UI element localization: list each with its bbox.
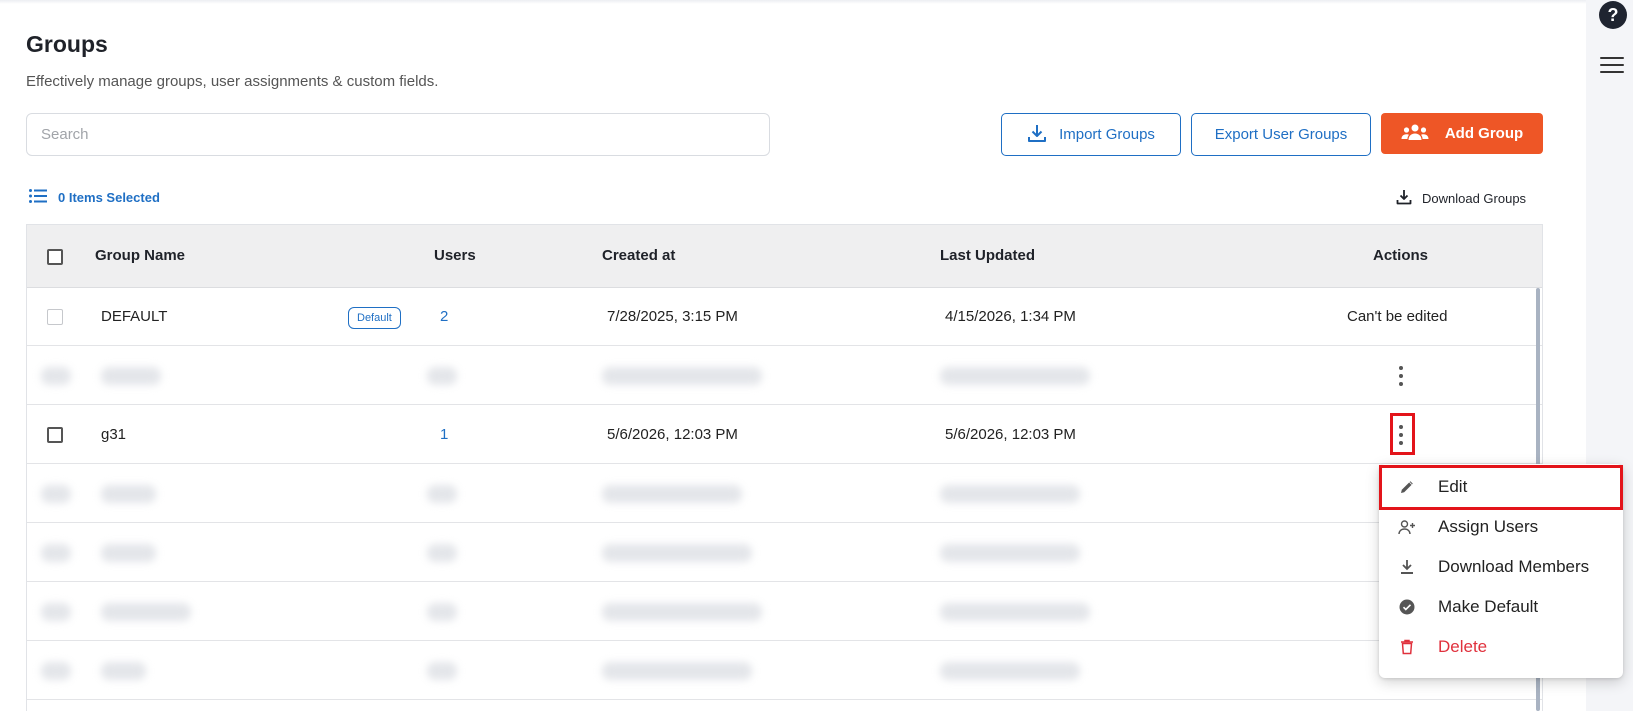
table-row: [27, 642, 1542, 700]
export-user-groups-label: Export User Groups: [1214, 126, 1348, 143]
hamburger-menu-icon[interactable]: [1600, 54, 1626, 76]
download-icon: [1398, 558, 1416, 576]
blurred-content: [41, 544, 71, 562]
menu-item-label: Edit: [1438, 477, 1468, 496]
blurred-content: [41, 662, 71, 680]
menu-item-make-default[interactable]: Make Default: [1379, 587, 1623, 627]
group-name: g31: [101, 426, 127, 443]
blurred-content: [602, 603, 762, 621]
table-header: Group Name Users Created at Last Updated…: [27, 225, 1542, 288]
blurred-content: [41, 485, 71, 503]
blurred-content: [602, 367, 762, 385]
row-checkbox[interactable]: [47, 427, 63, 443]
column-header-created-at[interactable]: Created at: [602, 247, 675, 264]
table-row: g31 1 5/6/2026, 12:03 PM 5/6/2026, 12:03…: [27, 406, 1542, 464]
menu-item-label: Download Members: [1438, 557, 1590, 576]
group-name: DEFAULT: [101, 308, 168, 325]
column-header-users[interactable]: Users: [434, 247, 476, 264]
trash-icon: [1398, 638, 1416, 656]
pencil-icon: [1398, 478, 1416, 496]
table-row: [27, 465, 1542, 523]
blurred-content: [427, 367, 457, 385]
menu-item-delete[interactable]: Delete: [1379, 627, 1623, 667]
download-icon: [1396, 189, 1412, 208]
last-updated: 5/6/2026, 12:03 PM: [945, 426, 1076, 443]
blurred-content: [602, 485, 742, 503]
default-badge: Default: [348, 307, 401, 329]
users-count-link[interactable]: 2: [440, 308, 448, 325]
menu-item-label: Delete: [1438, 637, 1488, 656]
blurred-content: [940, 603, 1090, 621]
items-selected-toggle[interactable]: 0 Items Selected: [29, 189, 160, 206]
blurred-content: [101, 544, 156, 562]
table-row: [27, 583, 1542, 641]
blurred-content: [101, 603, 191, 621]
blurred-content: [101, 485, 156, 503]
table-row: DEFAULT Default 2 7/28/2025, 3:15 PM 4/1…: [27, 288, 1542, 346]
page-title: Groups: [26, 31, 108, 57]
download-groups-label: Download Groups: [1422, 191, 1527, 206]
users-count-link[interactable]: 1: [440, 426, 448, 443]
export-user-groups-button[interactable]: Export User Groups: [1191, 113, 1371, 156]
list-icon: [29, 189, 47, 206]
blurred-content: [602, 544, 752, 562]
download-groups-button[interactable]: Download Groups: [1396, 189, 1526, 208]
more-options-icon[interactable]: [1394, 363, 1408, 389]
blurred-content: [940, 544, 1080, 562]
table-row: [27, 524, 1542, 582]
search-input[interactable]: [26, 113, 770, 156]
table-row: [27, 347, 1542, 405]
check-circle-icon: [1398, 598, 1416, 616]
blurred-content: [940, 367, 1090, 385]
last-updated: 4/15/2026, 1:34 PM: [945, 308, 1076, 325]
download-icon: [1027, 123, 1047, 147]
created-at: 5/6/2026, 12:03 PM: [607, 426, 738, 443]
row-checkbox[interactable]: [47, 309, 63, 325]
items-selected-label: 0 Items Selected: [58, 190, 160, 205]
blurred-content: [101, 367, 161, 385]
blurred-content: [41, 367, 71, 385]
person-add-icon: [1398, 518, 1416, 536]
blurred-content: [427, 662, 457, 680]
created-at: 7/28/2025, 3:15 PM: [607, 308, 738, 325]
import-groups-label: Import Groups: [1059, 126, 1155, 143]
blurred-content: [602, 662, 752, 680]
column-header-group-name[interactable]: Group Name: [95, 247, 185, 264]
group-icon: [1401, 123, 1429, 145]
menu-item-download-members[interactable]: Download Members: [1379, 547, 1623, 587]
select-all-checkbox[interactable]: [47, 249, 63, 265]
blurred-content: [101, 662, 146, 680]
groups-table: Group Name Users Created at Last Updated…: [26, 224, 1543, 711]
help-button[interactable]: ?: [1599, 1, 1627, 29]
add-group-label: Add Group: [1444, 125, 1524, 142]
column-header-last-updated[interactable]: Last Updated: [940, 247, 1035, 264]
blurred-content: [940, 485, 1080, 503]
blurred-content: [940, 662, 1080, 680]
add-group-button[interactable]: Add Group: [1381, 113, 1543, 154]
column-header-actions: Actions: [1373, 247, 1429, 264]
menu-item-label: Assign Users: [1438, 517, 1539, 536]
blurred-content: [41, 603, 71, 621]
row-actions-menu: Edit Assign Users Download Members Make …: [1379, 464, 1623, 678]
page-subtitle: Effectively manage groups, user assignme…: [26, 73, 439, 90]
actions-text: Can't be edited: [1347, 308, 1448, 325]
menu-item-label: Make Default: [1438, 597, 1539, 616]
menu-item-assign-users[interactable]: Assign Users: [1379, 507, 1623, 547]
top-edge: [0, 0, 1586, 4]
blurred-content: [427, 603, 457, 621]
kebab-highlight-box: [1390, 413, 1415, 455]
menu-item-edit[interactable]: Edit: [1379, 467, 1623, 507]
blurred-content: [427, 544, 457, 562]
blurred-content: [427, 485, 457, 503]
import-groups-button[interactable]: Import Groups: [1001, 113, 1181, 156]
